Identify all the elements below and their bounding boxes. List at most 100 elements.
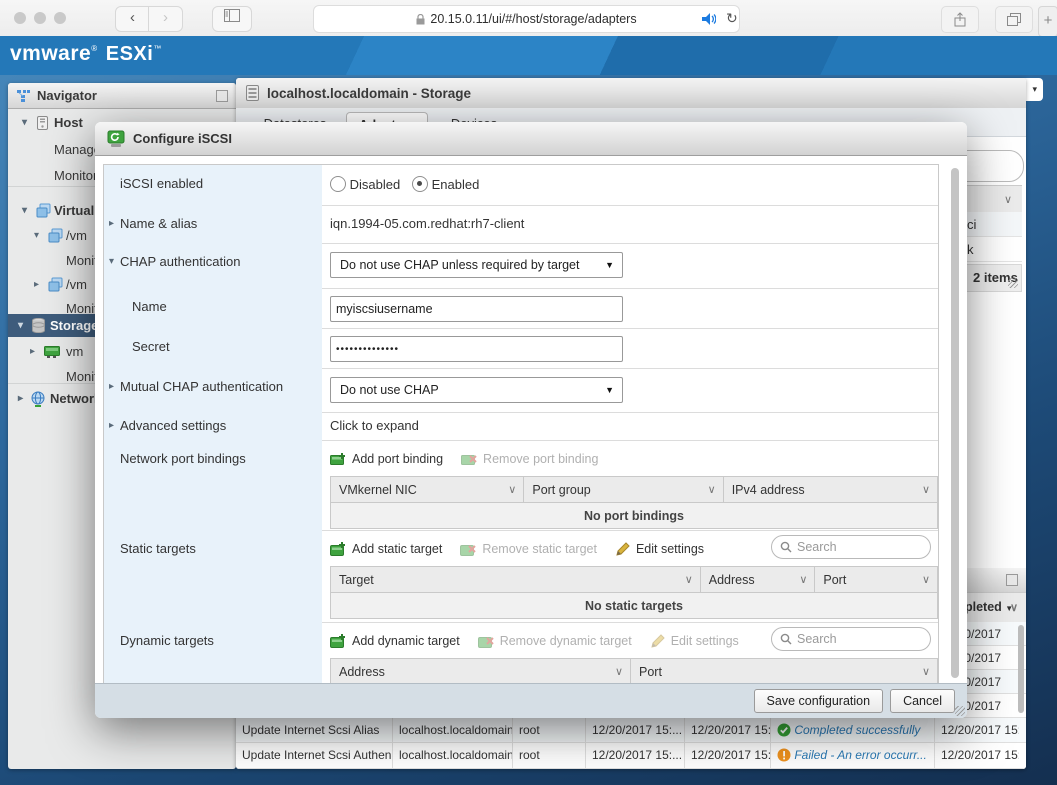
resize-grip-icon[interactable]: [1008, 278, 1018, 288]
dynamic-targets-search-box[interactable]: Search: [771, 627, 931, 651]
tree-expand-icon[interactable]: ▾: [34, 225, 39, 247]
radio-enabled[interactable]: Enabled: [412, 176, 479, 192]
chap-mode-select[interactable]: Do not use CHAP unless required by targe…: [330, 252, 623, 278]
row-value: [330, 288, 938, 328]
chevron-down-icon: ∨: [1010, 601, 1018, 614]
remove-dynamic-target-button[interactable]: Remove dynamic target: [478, 634, 632, 648]
audio-mute-icon[interactable]: [702, 13, 716, 25]
column-label: Port group: [532, 483, 590, 497]
tree-collapsed-icon: ▸: [109, 420, 114, 431]
chap-secret-input[interactable]: [330, 336, 623, 362]
add-port-binding-button[interactable]: Add port binding: [330, 452, 443, 466]
tree-expand-icon[interactable]: ▾: [22, 112, 27, 134]
static-targets-search-box[interactable]: Search: [771, 535, 931, 559]
edit-settings-button-disabled[interactable]: Edit settings: [650, 634, 739, 649]
add-dynamic-target-button[interactable]: Add dynamic target: [330, 634, 460, 648]
column-header-port-group[interactable]: Port group ∨: [524, 477, 723, 502]
row-chap-secret: Secret: [104, 328, 938, 369]
browser-sidebar-button[interactable]: [212, 6, 252, 32]
task-completed-cell: 12/20/2017 15:...: [935, 718, 1019, 742]
window-minimize-button[interactable]: [34, 12, 46, 24]
vm-icon: [36, 203, 51, 218]
label-text: Secret: [132, 339, 170, 354]
dialog-resize-grip[interactable]: [955, 706, 965, 716]
save-configuration-button[interactable]: Save configuration: [754, 689, 884, 713]
pencil-icon: [615, 542, 630, 557]
button-label: Remove dynamic target: [500, 634, 632, 648]
address-bar[interactable]: 20.15.0.11/ui/#/host/storage/adapters ↻: [313, 5, 740, 33]
column-label: VMkernel NIC: [339, 483, 417, 497]
tree-expand-icon[interactable]: ▾: [22, 200, 27, 222]
task-started-cell: 12/20/2017 15:...: [685, 718, 771, 742]
button-label: Edit settings: [636, 542, 704, 556]
chevron-down-icon: ∨: [799, 573, 807, 586]
window-close-button[interactable]: [14, 12, 26, 24]
cancel-button[interactable]: Cancel: [890, 689, 955, 713]
new-tab-button[interactable]: +: [1038, 6, 1057, 37]
collapse-panel-icon[interactable]: [216, 90, 228, 102]
browser-share-button[interactable]: [941, 6, 979, 33]
add-static-target-button[interactable]: Add static target: [330, 542, 442, 556]
reload-icon[interactable]: ↻: [726, 10, 738, 27]
mutual-chap-select[interactable]: Do not use CHAP▼: [330, 377, 623, 403]
url-text: 20.15.0.11/ui/#/host/storage/adapters: [430, 12, 636, 26]
row-value: Do not use CHAP▼: [330, 368, 938, 412]
remove-port-binding-button[interactable]: Remove port binding: [461, 452, 598, 466]
column-header-ipv4-address[interactable]: IPv4 address∨: [724, 477, 937, 502]
tree-collapsed-icon[interactable]: ▸: [30, 341, 35, 363]
click-to-expand[interactable]: Click to expand: [330, 418, 419, 433]
task-row[interactable]: Update Internet Scsi Authen... localhost…: [236, 743, 1026, 769]
edit-settings-button[interactable]: Edit settings: [615, 542, 704, 557]
browser-tabs-button[interactable]: [995, 6, 1033, 33]
column-label: Address: [709, 573, 755, 587]
column-header-target[interactable]: Target∨: [331, 567, 701, 592]
button-label: Remove port binding: [483, 452, 598, 466]
window-zoom-button[interactable]: [54, 12, 66, 24]
browser-forward-button[interactable]: ›: [148, 6, 183, 32]
success-check-icon: [777, 723, 791, 737]
tree-expand-icon[interactable]: ▾: [18, 314, 23, 337]
column-header-vmkernel-nic[interactable]: VMkernel NIC∨: [331, 477, 524, 502]
dialog-scrollbar[interactable]: [951, 168, 959, 678]
task-row[interactable]: Update Internet Scsi Alias localhost.loc…: [236, 718, 1026, 743]
row-mutual-chap: ▸Mutual CHAP authentication Do not use C…: [104, 368, 938, 413]
row-value: [330, 328, 938, 368]
task-target-cell: localhost.localdomain: [393, 743, 513, 768]
brand-reg-mark: ®: [91, 44, 97, 53]
browser-back-button[interactable]: ‹: [115, 6, 150, 32]
row-label[interactable]: ▸Mutual CHAP authentication: [104, 368, 322, 412]
button-label: Add port binding: [352, 452, 443, 466]
column-header-port[interactable]: Port∨: [631, 659, 937, 683]
host-storage-icon: [246, 85, 259, 101]
share-icon: [954, 12, 966, 27]
row-label[interactable]: ▸ Advanced settings: [104, 412, 322, 440]
column-label: IPv4 address: [732, 483, 805, 497]
browser-chrome: ‹ › 20.15.0.11/ui/#/host/storage/adapter…: [0, 0, 1057, 37]
chevron-down-icon: ∨: [708, 483, 716, 496]
label-text: Static targets: [120, 541, 196, 556]
chevron-down-icon: ∨: [1004, 193, 1012, 206]
column-header-address[interactable]: Address∨: [331, 659, 631, 683]
column-header-address[interactable]: Address ∨: [701, 567, 816, 592]
tasks-scrollbar[interactable]: [1018, 625, 1024, 713]
row-label[interactable]: ▸Name & alias: [104, 205, 322, 243]
chap-name-input[interactable]: [330, 296, 623, 322]
label-text: Name & alias: [120, 216, 197, 231]
pencil-icon: [650, 634, 665, 649]
application-root: ‹ › 20.15.0.11/ui/#/host/storage/adapter…: [0, 0, 1057, 785]
radio-disabled[interactable]: Disabled: [330, 176, 400, 192]
label-text: Advanced settings: [120, 418, 226, 433]
row-label[interactable]: ▾CHAP authentication: [104, 243, 322, 288]
dropdown-arrow-icon: ▼: [605, 385, 614, 395]
tree-collapsed-icon[interactable]: ▸: [34, 274, 39, 296]
tree-collapsed-icon[interactable]: ▸: [18, 388, 23, 410]
remove-icon: [461, 453, 477, 466]
chevron-down-icon: ∨: [685, 573, 693, 586]
restore-panel-icon[interactable]: [1006, 574, 1018, 586]
row-label: iSCSI enabled: [104, 165, 322, 205]
column-header-port[interactable]: Port∨: [815, 567, 937, 592]
row-label: Dynamic targets: [104, 622, 322, 683]
remove-icon: [478, 634, 494, 648]
dialog-titlebar: Configure iSCSI: [95, 122, 967, 156]
remove-static-target-button[interactable]: Remove static target: [460, 542, 597, 556]
